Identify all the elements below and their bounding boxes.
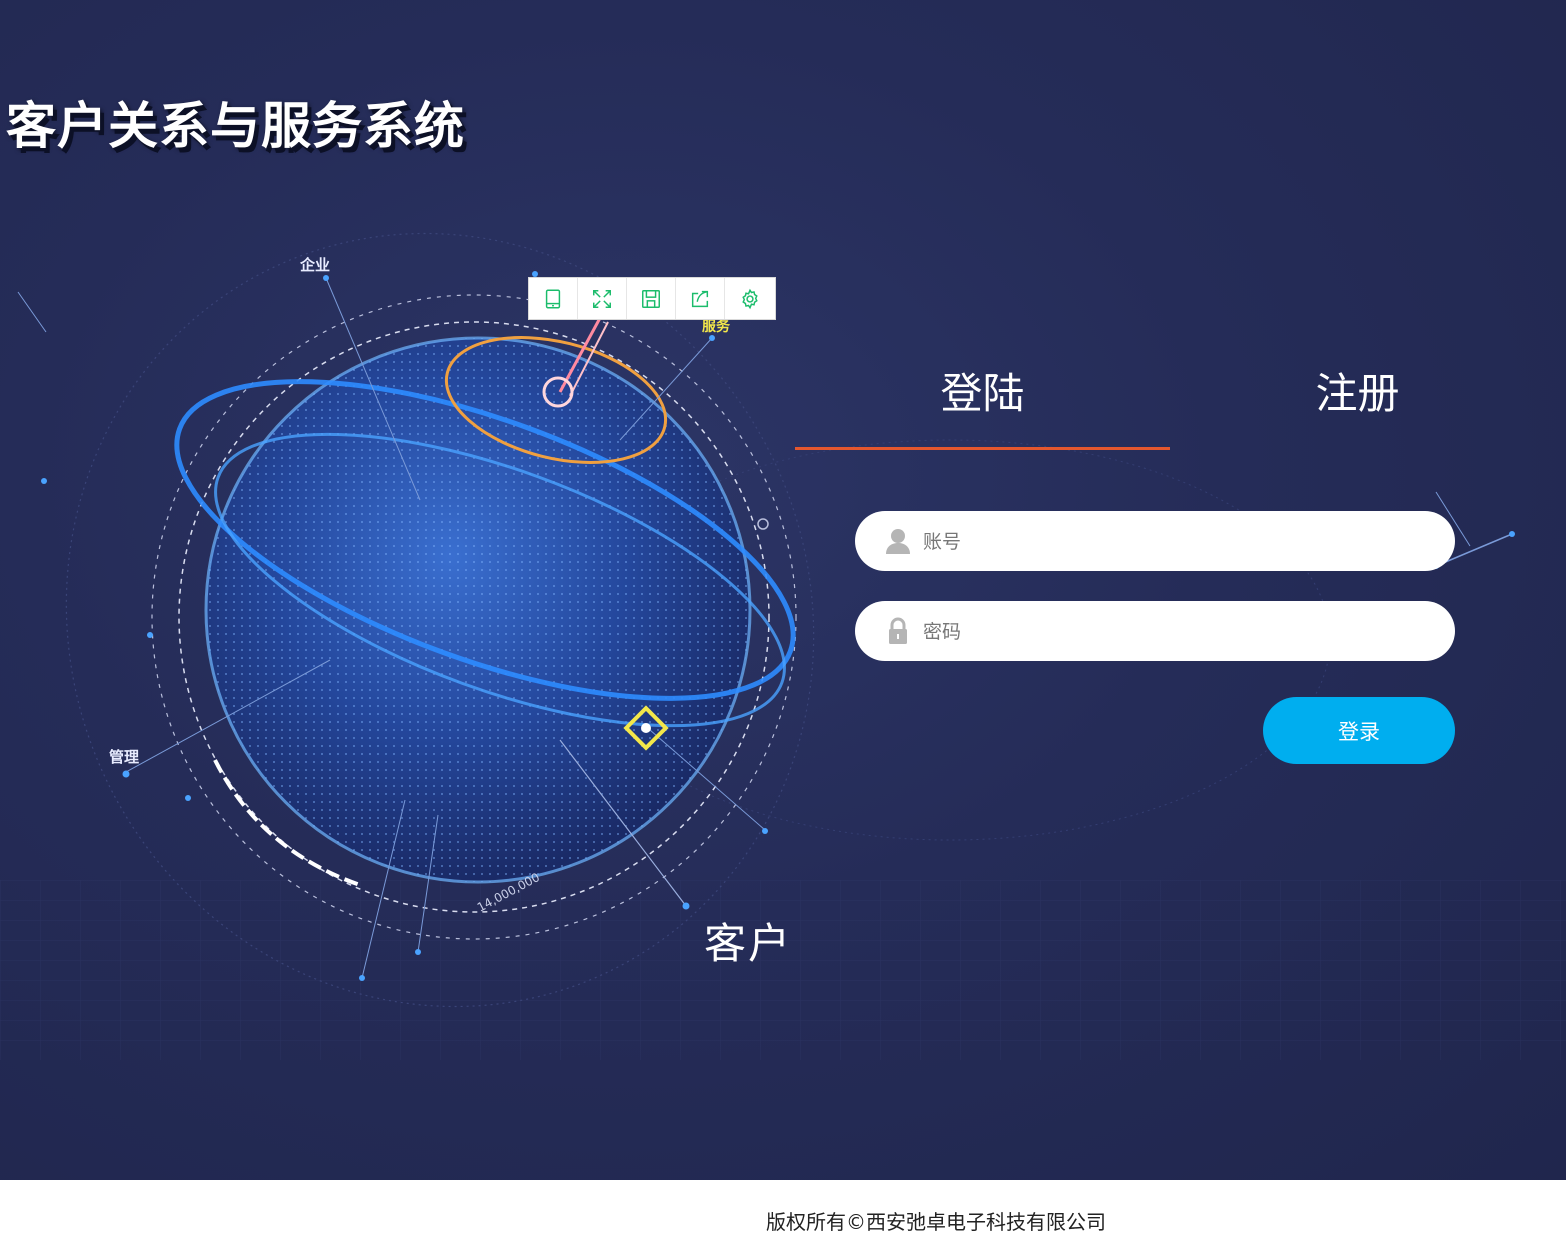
fullscreen-icon — [593, 289, 611, 308]
login-background: 14,000,000 客户关系与服务系统 企业 服务 管理 客户 登陆 注册 账… — [0, 0, 1566, 1180]
copyright-text: 版权所有©西安弛卓电子科技有限公司 — [766, 1210, 1106, 1234]
tablet-button[interactable] — [529, 278, 578, 319]
footer: 版权所有©西安弛卓电子科技有限公司 — [0, 1180, 1566, 1246]
username-field — [855, 511, 1455, 573]
settings-icon — [741, 288, 758, 309]
lock-icon — [889, 617, 907, 644]
label-management: 管理 — [109, 748, 140, 766]
user-icon — [886, 529, 910, 554]
settings-button[interactable] — [725, 278, 774, 319]
tablet-icon — [545, 289, 561, 308]
password-field — [855, 601, 1455, 663]
label-enterprise: 企业 — [300, 256, 331, 274]
share-button[interactable] — [676, 278, 725, 319]
fullscreen-button[interactable] — [578, 278, 627, 319]
app-title: 客户关系与服务系统 — [6, 97, 465, 155]
image-toolbar — [528, 277, 776, 320]
active-tab-indicator — [795, 447, 1170, 450]
share-icon — [691, 290, 709, 307]
login-button[interactable]: 登录 — [1263, 697, 1455, 764]
auth-tabs: 登陆 注册 — [795, 350, 1545, 452]
label-customer: 客户 — [704, 919, 793, 968]
globe-illustration: 14,000,000 — [0, 232, 1566, 1060]
tab-login[interactable]: 登陆 — [795, 360, 1170, 421]
username-input[interactable] — [921, 511, 1425, 573]
save-icon — [642, 289, 660, 308]
password-input[interactable] — [921, 601, 1425, 663]
tab-register[interactable]: 注册 — [1170, 360, 1545, 421]
save-button[interactable] — [627, 278, 676, 319]
